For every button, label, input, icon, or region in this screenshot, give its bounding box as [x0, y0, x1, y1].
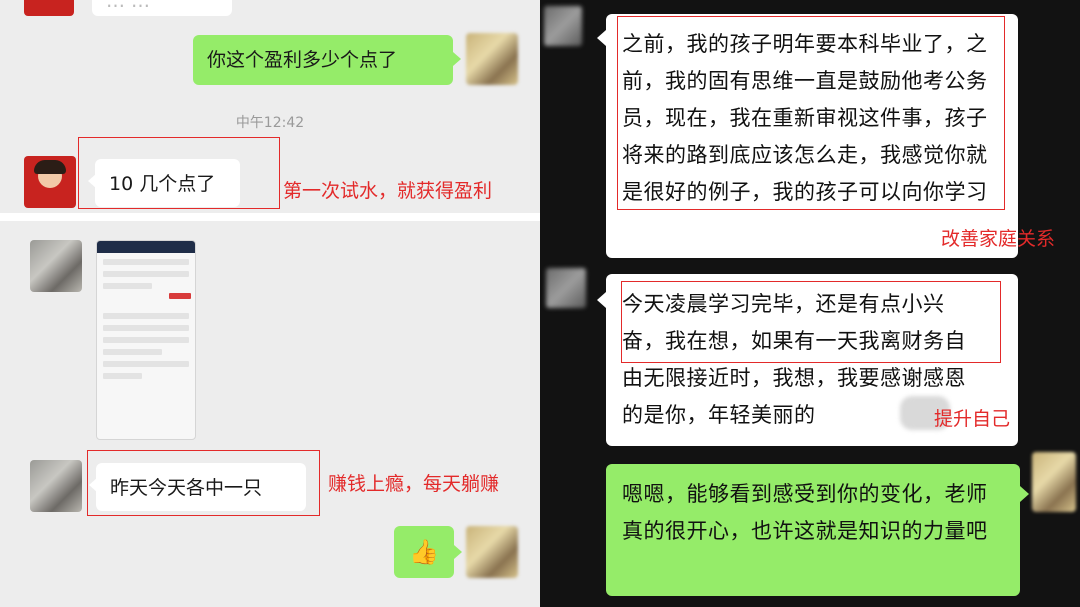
avatar-hair-icon — [34, 160, 66, 174]
bubble-tail — [453, 52, 461, 66]
message-bubble-partial[interactable]: … … — [92, 0, 232, 16]
message-bubble-sent[interactable]: 👍 — [394, 526, 454, 578]
highlight-box — [617, 16, 1005, 210]
contact-avatar[interactable] — [24, 0, 74, 16]
highlight-box — [621, 281, 1001, 363]
user-avatar[interactable] — [1032, 452, 1076, 512]
message-bubble-sent[interactable]: 你这个盈利多少个点了 — [193, 35, 453, 85]
screenshot-image-message[interactable] — [96, 240, 196, 440]
annotation-label: 赚钱上瘾，每天躺赚 — [328, 473, 500, 495]
user-avatar[interactable] — [466, 33, 518, 85]
annotation-label: 改善家庭关系 — [941, 228, 1056, 250]
contact-avatar[interactable] — [24, 156, 76, 208]
message-bubble-received[interactable]: 昨天今天各中一只 — [96, 463, 306, 511]
annotation-label: 第一次试水，就获得盈利 — [283, 180, 493, 202]
contact-avatar[interactable] — [546, 268, 586, 308]
bubble-tail — [597, 292, 606, 308]
timestamp: 中午12:42 — [235, 115, 305, 131]
message-bubble-received[interactable]: 10 几个点了 — [95, 159, 240, 207]
left-panel: … … 你这个盈利多少个点了 中午12:42 10 几个点了 第一次试水，就获得… — [0, 0, 540, 607]
annotation-label: 提升自己 — [934, 408, 1011, 430]
bubble-tail — [454, 545, 462, 559]
bubble-tail — [597, 30, 606, 46]
message-bubble-sent[interactable]: 嗯嗯，能够看到感受到你的变化，老师真的很开心，也许这就是知识的力量吧 — [606, 464, 1020, 596]
contact-avatar[interactable] — [30, 240, 82, 292]
bubble-tail — [1020, 486, 1029, 502]
divider — [0, 213, 540, 221]
right-panel: 之前，我的孩子明年要本科毕业了，之前，我的固有思维一直是鼓励他考公务员，现在，我… — [540, 0, 1080, 607]
contact-avatar[interactable] — [30, 460, 82, 512]
user-avatar[interactable] — [466, 526, 518, 578]
contact-avatar[interactable] — [544, 6, 582, 46]
